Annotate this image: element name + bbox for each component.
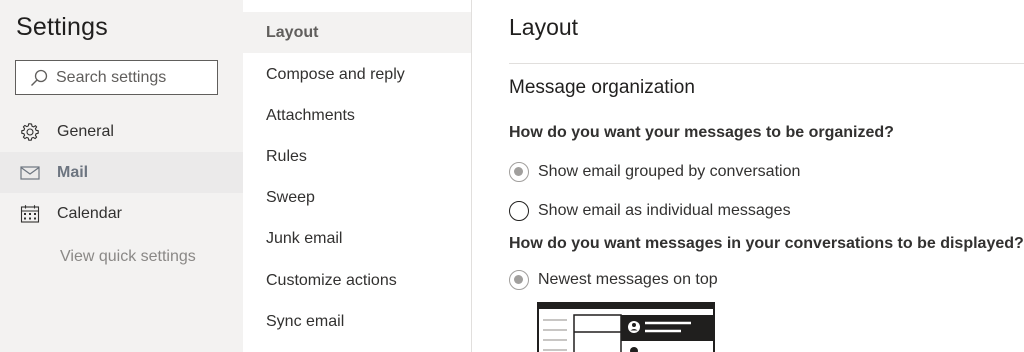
- gear-icon: [19, 121, 41, 143]
- mail-icon: [19, 162, 41, 184]
- question-organize: How do you want your messages to be orga…: [509, 124, 894, 141]
- mail-settings-menu: Layout Compose and reply Attachments Rul…: [243, 0, 472, 352]
- radio-button-newest-on-top[interactable]: [509, 270, 529, 290]
- settings-window: Settings General: [0, 0, 1024, 352]
- search-box[interactable]: [15, 60, 218, 95]
- radio-label-individual: Show email as individual messages: [538, 202, 791, 219]
- question-conversation-display: How do you want messages in your convers…: [509, 235, 1024, 252]
- nav-item-mail[interactable]: Mail: [0, 152, 243, 193]
- radio-button-grouped[interactable]: [509, 162, 529, 182]
- radio-option-individual[interactable]: Show email as individual messages: [509, 201, 791, 221]
- title-divider: [509, 63, 1024, 64]
- calendar-icon: [19, 203, 41, 225]
- radio-label-newest-on-top: Newest messages on top: [538, 271, 718, 288]
- section-title: Message organization: [509, 77, 695, 98]
- nav-item-calendar[interactable]: Calendar: [0, 193, 243, 234]
- menu-item-junk-email[interactable]: Junk email: [243, 218, 471, 259]
- search-input[interactable]: [56, 68, 206, 87]
- layout-preview-illustration: [537, 302, 715, 352]
- nav-label-general: General: [57, 122, 114, 140]
- nav-label-mail: Mail: [57, 163, 89, 181]
- menu-item-customize-actions[interactable]: Customize actions: [243, 260, 471, 301]
- menu-item-sync-email[interactable]: Sync email: [243, 301, 471, 342]
- layout-settings-pane: Layout Message organization How do you w…: [472, 0, 1024, 352]
- nav-label-calendar: Calendar: [57, 204, 122, 222]
- menu-item-attachments[interactable]: Attachments: [243, 95, 471, 136]
- search-icon: [31, 69, 48, 86]
- page-title: Layout: [509, 14, 579, 40]
- radio-option-newest-on-top[interactable]: Newest messages on top: [509, 270, 718, 290]
- menu-item-compose-and-reply[interactable]: Compose and reply: [243, 54, 471, 95]
- settings-title: Settings: [16, 13, 108, 41]
- radio-option-grouped[interactable]: Show email grouped by conversation: [509, 162, 800, 182]
- radio-button-individual[interactable]: [509, 201, 529, 221]
- nav-item-general[interactable]: General: [0, 111, 243, 152]
- settings-sidebar: Settings General: [0, 0, 243, 352]
- menu-item-sweep[interactable]: Sweep: [243, 177, 471, 218]
- menu-item-rules[interactable]: Rules: [243, 136, 471, 177]
- view-quick-settings-link[interactable]: View quick settings: [60, 248, 196, 266]
- menu-item-layout[interactable]: Layout: [243, 12, 471, 53]
- radio-label-grouped: Show email grouped by conversation: [538, 163, 801, 180]
